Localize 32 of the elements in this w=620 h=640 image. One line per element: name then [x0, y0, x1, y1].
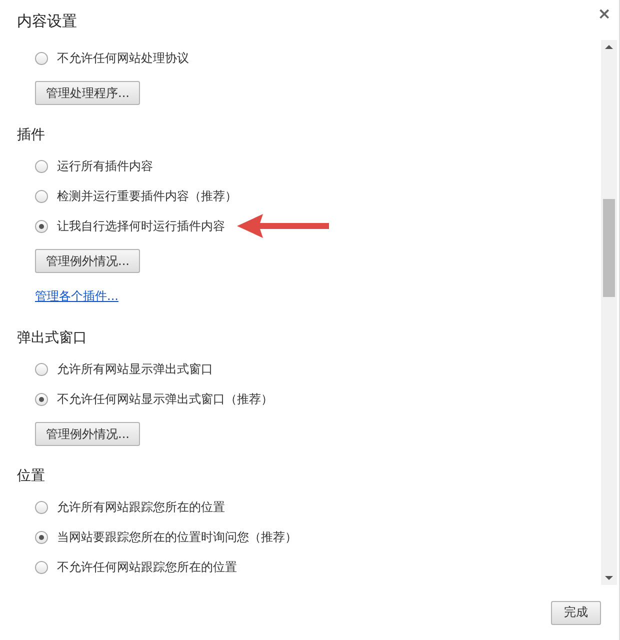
dialog-title: 内容设置 — [17, 12, 77, 31]
radio-button[interactable] — [35, 560, 48, 574]
option-label[interactable]: 不允许任何网站处理协议 — [57, 50, 189, 66]
radio-button[interactable] — [35, 500, 48, 514]
option-label[interactable]: 当网站要跟踪您所在的位置时询问您（推荐） — [57, 528, 297, 546]
radio-button[interactable] — [35, 530, 48, 544]
done-button[interactable]: 完成 — [551, 600, 601, 624]
radio-button[interactable] — [35, 52, 48, 64]
manage-link[interactable]: 管理各个插件... — [35, 284, 118, 308]
radio-button[interactable] — [35, 190, 48, 202]
scrollbar-thumb[interactable] — [603, 199, 615, 297]
option-label[interactable]: 让我自行选择何时运行插件内容 — [57, 218, 225, 234]
radio-button[interactable] — [35, 160, 48, 172]
section-heading: 弹出式窗口 — [17, 329, 88, 348]
option-label[interactable]: 允许所有网站显示弹出式窗口 — [57, 360, 213, 378]
option-label[interactable]: 不允许任何网站显示弹出式窗口（推荐） — [57, 390, 273, 408]
scroll-down-icon[interactable] — [605, 576, 613, 580]
radio-button[interactable] — [35, 392, 48, 406]
option-label[interactable]: 运行所有插件内容 — [57, 158, 153, 174]
manage-button[interactable]: 管理例外情况... — [35, 249, 140, 273]
scrollbar[interactable] — [601, 40, 617, 585]
radio-button[interactable] — [35, 362, 48, 376]
scroll-up-icon[interactable] — [605, 45, 613, 49]
option-label[interactable]: 允许所有网站跟踪您所在的位置 — [57, 498, 225, 516]
manage-button[interactable]: 管理处理程序... — [35, 81, 140, 105]
radio-button[interactable] — [35, 220, 48, 232]
close-button[interactable]: × — [598, 4, 611, 24]
option-label[interactable]: 不允许任何网站跟踪您所在的位置 — [57, 558, 237, 576]
manage-button[interactable]: 管理例外情况... — [35, 422, 140, 446]
option-label[interactable]: 检测并运行重要插件内容（推荐） — [57, 188, 237, 204]
section-heading: 插件 — [17, 126, 46, 145]
section-heading: 位置 — [17, 467, 46, 486]
